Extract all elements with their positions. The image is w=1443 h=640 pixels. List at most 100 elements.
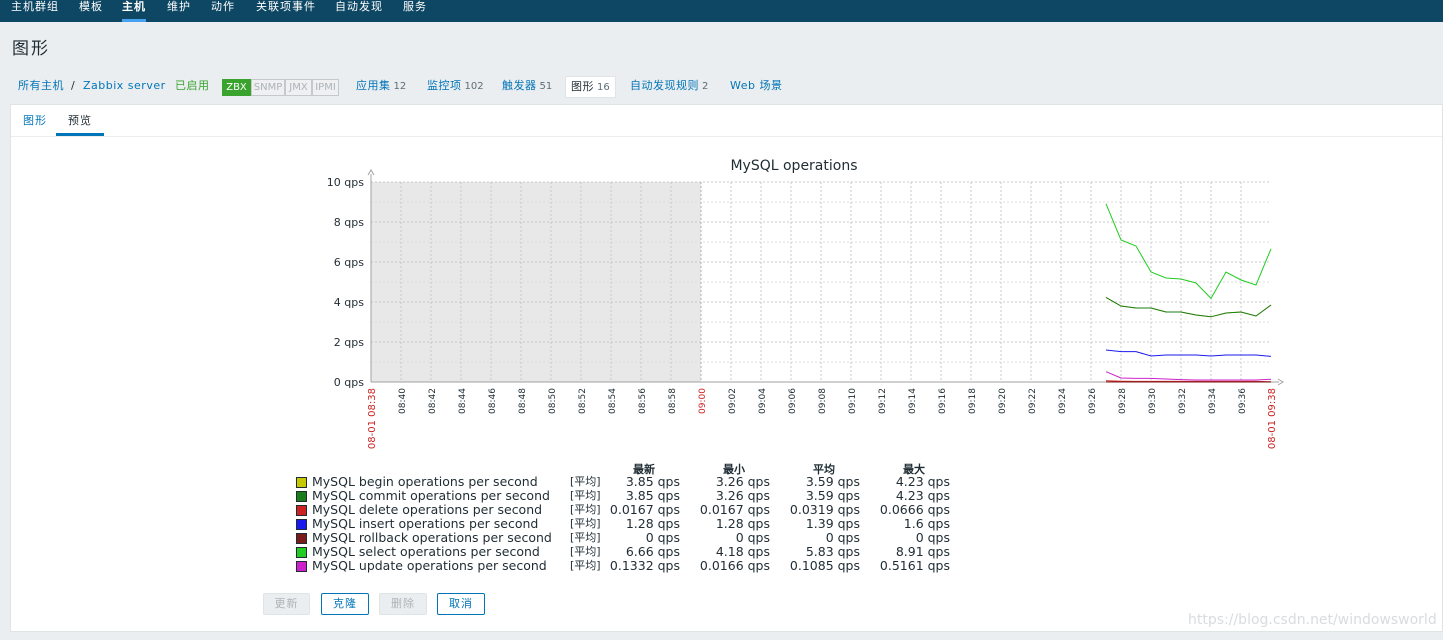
x-tick-label: 09:06	[788, 388, 798, 414]
legend-value-last: 0.1332 qps	[609, 558, 680, 573]
legend-value-last: 1.28 qps	[625, 516, 680, 531]
x-tick-label: 09:14	[908, 388, 918, 414]
legend-value-max: 0 qps	[915, 530, 950, 545]
legend-swatch	[296, 533, 307, 544]
x-tick-label: 08:54	[608, 388, 618, 414]
y-tick-label: 0 qps	[334, 376, 364, 389]
legend-value-avg: 0 qps	[825, 530, 860, 545]
x-tick-label: 09:30	[1148, 388, 1158, 414]
y-tick-label: 4 qps	[334, 296, 364, 309]
legend-swatch	[296, 491, 307, 502]
legend-row: MySQL commit operations per second [平均] 3.…	[296, 489, 996, 503]
legend-series-name: MySQL rollback operations per second	[312, 530, 552, 545]
legend-value-max: 8.91 qps	[895, 544, 950, 559]
clone-button[interactable]: 克隆	[321, 593, 369, 615]
legend-row: MySQL update operations per second [平均] 0.…	[296, 559, 996, 573]
x-tick-label: 08:52	[578, 388, 588, 414]
legend-value-min: 0.0167 qps	[699, 502, 770, 517]
legend-row: MySQL select operations per second [平均] 6.…	[296, 545, 996, 559]
x-tick-label: 08:46	[488, 388, 498, 414]
legend-row: MySQL insert operations per second [平均] 1.…	[296, 517, 996, 531]
x-tick-label: 09:18	[968, 388, 978, 414]
legend-value-last: 3.85 qps	[625, 488, 680, 503]
legend-value-avg: 0.1085 qps	[789, 558, 860, 573]
x-tick-label: 09:24	[1058, 388, 1068, 414]
legend-value-last: 0.0167 qps	[609, 502, 680, 517]
x-tick-label: 08:58	[668, 388, 678, 414]
x-tick-label: 08:44	[458, 388, 468, 414]
x-tick-label: 09:16	[938, 388, 948, 414]
x-start-label: 08-01 08:38	[367, 388, 378, 449]
x-tick-label: 09:10	[848, 388, 858, 414]
legend-row: MySQL delete operations per second [平均] 0.…	[296, 503, 996, 517]
legend-series-name: MySQL select operations per second	[312, 544, 540, 559]
legend-row: MySQL begin operations per second [平均] 3.8…	[296, 475, 996, 489]
legend-header-avg: 平均	[813, 463, 835, 476]
x-tick-label: 09:28	[1118, 388, 1128, 414]
legend-value-min: 3.26 qps	[715, 488, 770, 503]
chart-plot-area: 0 qps 2 qps 4 qps 6 qps 8 qps 10 qps 08:40 08:4…	[327, 169, 1284, 449]
x-tick-label: 09:20	[998, 388, 1008, 414]
x-tick-label: 08:48	[518, 388, 528, 414]
series-line	[1105, 203, 1272, 300]
legend-value-min: 0 qps	[735, 530, 770, 545]
legend-value-avg: 3.59 qps	[805, 474, 860, 489]
update-button[interactable]: 更新	[263, 593, 310, 615]
legend-value-avg: 3.59 qps	[805, 488, 860, 503]
legend-series-name: MySQL delete operations per second	[312, 502, 543, 517]
legend-value-min: 3.26 qps	[715, 474, 770, 489]
legend-value-max: 0.5161 qps	[879, 558, 950, 573]
series-line	[1105, 371, 1272, 381]
legend-value-min: 0.0166 qps	[699, 558, 770, 573]
series-line	[1105, 349, 1272, 357]
x-tick-label: 09:00	[698, 388, 708, 414]
legend-swatch	[296, 519, 307, 530]
legend-row: MySQL rollback operations per second [平均]…	[296, 531, 996, 545]
legend-value-avg: 5.83 qps	[805, 544, 860, 559]
x-tick-label: 08:40	[398, 388, 408, 414]
x-tick-label: 09:02	[728, 388, 738, 414]
legend-value-min: 4.18 qps	[715, 544, 770, 559]
y-tick-label: 10 qps	[327, 176, 364, 189]
legend-header-last: 最新	[633, 463, 655, 476]
x-tick-label: 09:26	[1088, 388, 1098, 414]
x-end-label: 08-01 09:38	[1267, 388, 1278, 449]
legend-swatch	[296, 547, 307, 558]
x-tick-label: 09:34	[1208, 388, 1218, 414]
x-tick-label: 09:36	[1238, 388, 1248, 414]
legend-value-max: 4.23 qps	[895, 474, 950, 489]
x-tick-label: 09:08	[818, 388, 828, 414]
legend-value-max: 4.23 qps	[895, 488, 950, 503]
series-line	[1105, 296, 1272, 318]
cancel-button[interactable]: 取消	[437, 593, 485, 615]
legend-value-last: 3.85 qps	[625, 474, 680, 489]
watermark: https://blog.csdn.net/windowsworld	[1188, 612, 1437, 628]
chart-title: MySQL operations	[730, 158, 857, 174]
x-tick-label: 09:22	[1028, 388, 1038, 414]
legend-value-avg: 1.39 qps	[805, 516, 860, 531]
legend-value-max: 1.6 qps	[903, 516, 950, 531]
legend-swatch	[296, 505, 307, 516]
y-tick-label: 8 qps	[334, 216, 364, 229]
legend-header-max: 最大	[903, 463, 925, 476]
legend-series-name: MySQL begin operations per second	[312, 474, 538, 489]
legend-value-max: 0.0666 qps	[879, 502, 950, 517]
legend-series-name: MySQL update operations per second	[312, 558, 547, 573]
legend-series-name: MySQL insert operations per second	[312, 516, 539, 531]
x-tick-label: 09:04	[758, 388, 768, 414]
y-tick-label: 6 qps	[334, 256, 364, 269]
x-tick-label: 09:32	[1178, 388, 1188, 414]
y-tick-label: 2 qps	[334, 336, 364, 349]
legend-swatch	[296, 561, 307, 572]
delete-button[interactable]: 删除	[379, 593, 427, 615]
legend-header-min: 最小	[723, 463, 745, 476]
x-tick-label: 08:42	[428, 388, 438, 414]
legend-value-avg: 0.0319 qps	[789, 502, 860, 517]
x-tick-label: 08:50	[548, 388, 558, 414]
x-tick-label: 09:12	[878, 388, 888, 414]
x-tick-label: 08:56	[638, 388, 648, 414]
legend-value-min: 1.28 qps	[715, 516, 770, 531]
legend-series-name: MySQL commit operations per second	[312, 488, 550, 503]
legend-value-last: 6.66 qps	[625, 544, 680, 559]
legend-swatch	[296, 477, 307, 488]
